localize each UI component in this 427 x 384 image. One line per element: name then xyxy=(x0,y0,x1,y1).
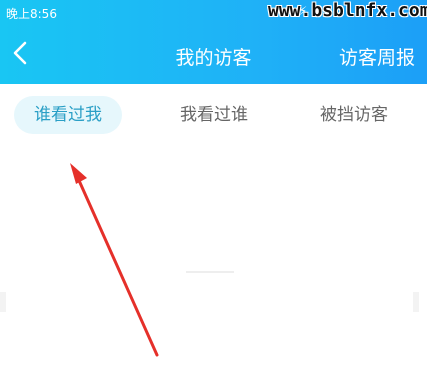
arrow-shaft xyxy=(75,174,159,357)
weekly-report-link[interactable]: 访客周报 xyxy=(339,43,415,70)
tab-who-viewed-me[interactable]: 谁看过我 xyxy=(14,96,122,134)
top-header: 晚上8:56 ◦ ✉ ⚡ ▮ www.bsblnfx.com 我的访客 访客周报 xyxy=(0,0,427,84)
visitor-tabs: 谁看过我 我看过谁 被挡访客 xyxy=(0,96,427,138)
watermark-text: www.bsblnfx.com xyxy=(268,0,427,21)
tab-blocked-visitors[interactable]: 被挡访客 xyxy=(304,96,404,134)
left-edge-mark xyxy=(0,292,6,312)
right-edge-mark xyxy=(413,292,419,312)
status-time: 晚上8:56 xyxy=(6,7,57,21)
arrow-head xyxy=(70,163,87,184)
content-divider xyxy=(186,271,234,273)
tab-who-i-viewed[interactable]: 我看过谁 xyxy=(164,96,264,134)
